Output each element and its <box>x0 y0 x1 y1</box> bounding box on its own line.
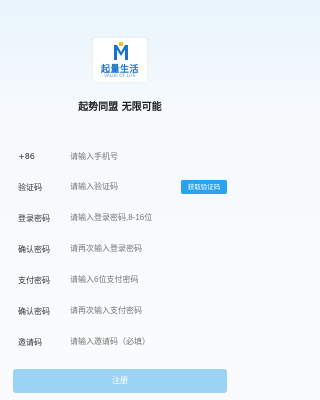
app-logo: 起量生活 VALUE OF LIFE <box>93 38 147 82</box>
confirm-login-password-input[interactable] <box>70 244 220 253</box>
sms-code-label: 验证码 <box>18 183 42 192</box>
invite-code-label: 邀请码 <box>18 338 42 347</box>
confirm-pay-password-input[interactable] <box>70 306 220 315</box>
login-password-input[interactable] <box>70 213 220 222</box>
confirm-login-password-row: 确认密码 <box>15 237 227 263</box>
slogan: 起势同盟 无限可能 <box>78 102 162 113</box>
sms-code-row: 验证码 获取验证码 <box>15 175 227 201</box>
logo-mark-icon <box>114 42 128 60</box>
logo-subtitle: VALUE OF LIFE <box>104 73 136 78</box>
login-password-row: 登录密码 <box>15 206 227 232</box>
pay-password-row: 支付密码 <box>15 268 227 294</box>
phone-input[interactable] <box>70 152 220 161</box>
confirm-pay-password-row: 确认密码 <box>15 299 227 325</box>
phone-row: +86 <box>15 145 227 171</box>
get-code-button[interactable]: 获取验证码 <box>181 180 227 194</box>
register-button[interactable]: 注册 <box>13 369 227 393</box>
pay-password-label: 支付密码 <box>18 276 50 285</box>
sms-code-input[interactable] <box>70 182 170 191</box>
country-code-label[interactable]: +86 <box>18 152 35 161</box>
invite-code-input[interactable] <box>70 337 220 346</box>
pay-password-input[interactable] <box>70 275 220 284</box>
invite-code-row: 邀请码 <box>15 330 227 356</box>
confirm-pay-password-label: 确认密码 <box>18 307 50 316</box>
confirm-login-password-label: 确认密码 <box>18 245 50 254</box>
login-password-label: 登录密码 <box>18 214 50 223</box>
